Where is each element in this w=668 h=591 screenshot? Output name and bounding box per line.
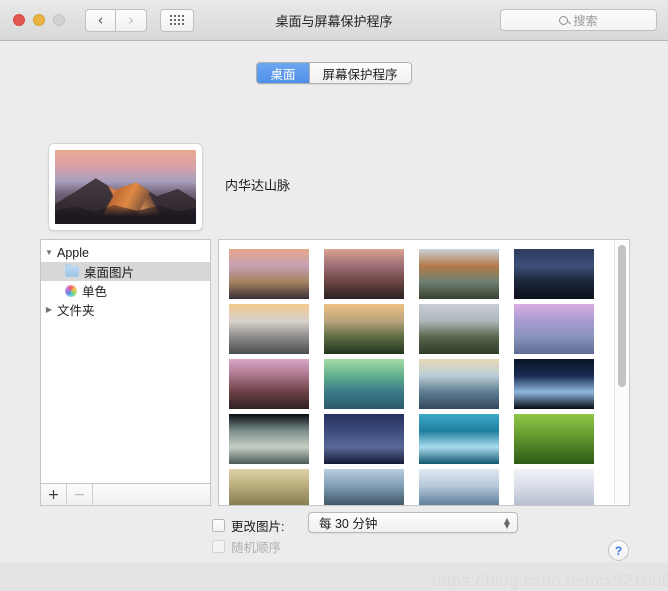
sidebar-item-label-folders: 文件夹 [57, 304, 95, 318]
wallpaper-thumbnail[interactable] [514, 359, 594, 409]
wallpaper-thumbnail[interactable] [419, 414, 499, 464]
wallpaper-thumbnail[interactable] [419, 249, 499, 299]
wallpaper-thumbnail[interactable] [514, 469, 594, 505]
minimize-button[interactable] [33, 14, 45, 26]
wallpaper-thumbnail[interactable] [229, 469, 309, 505]
preview-image [55, 150, 196, 224]
system-preferences-window: ‹ › 桌面与屏幕保护程序 搜索 桌面 屏幕保护程序 内华达山脉 ▼ Apple… [0, 0, 668, 590]
navigation-buttons: ‹ › [85, 8, 147, 32]
wallpaper-thumbnail[interactable] [324, 414, 404, 464]
remove-folder-button: − [67, 484, 93, 505]
sidebar-item-content: 桌面图片 [41, 262, 134, 281]
wallpaper-thumbnail[interactable] [514, 249, 594, 299]
tab-screensaver[interactable]: 屏幕保护程序 [308, 63, 411, 83]
sidebar-footer: + − [41, 483, 210, 505]
tab-desktop[interactable]: 桌面 [257, 63, 309, 83]
forward-button[interactable]: › [116, 8, 147, 32]
zoom-button[interactable] [53, 14, 65, 26]
sidebar-item-folders[interactable]: ▶ 文件夹 [41, 300, 210, 319]
wallpaper-thumbnail[interactable] [324, 304, 404, 354]
tab-group: 桌面 屏幕保护程序 [256, 62, 412, 84]
stepper-icon: ▲ ▼ [503, 516, 510, 530]
grid-icon [170, 15, 184, 25]
current-wallpaper-name: 内华达山脉 [225, 178, 291, 193]
sidebar-item-label-apple: Apple [57, 245, 89, 260]
preview-row: 内华达山脉 [48, 143, 290, 231]
wallpaper-thumbnail[interactable] [514, 414, 594, 464]
show-all-button[interactable] [160, 8, 194, 32]
vertical-scrollbar[interactable] [614, 241, 628, 504]
folder-icon [65, 263, 79, 277]
chevron-left-icon: ‹ [97, 10, 104, 29]
back-button[interactable]: ‹ [85, 8, 116, 32]
sidebar-item-label-solid-colors: 单色 [82, 285, 108, 299]
disclosure-triangle-right-icon[interactable]: ▶ [41, 305, 57, 314]
chevron-right-icon: › [128, 10, 134, 29]
change-picture-control[interactable]: 更改图片: [212, 516, 284, 535]
interval-value: 每 30 分钟 [319, 517, 378, 531]
wallpaper-thumbnail[interactable] [324, 469, 404, 505]
source-sidebar: ▼ Apple 桌面图片 单色 ▶ 文件夹 + − [40, 239, 211, 506]
wallpaper-thumbnail[interactable] [419, 359, 499, 409]
current-wallpaper-preview[interactable] [48, 143, 203, 231]
wallpaper-thumbnail-grid [229, 249, 594, 505]
wallpaper-thumbnail[interactable] [324, 249, 404, 299]
random-order-control: 随机顺序 [212, 537, 281, 556]
tab-bar: 桌面 屏幕保护程序 [0, 62, 668, 84]
change-picture-checkbox[interactable] [212, 519, 225, 532]
wallpaper-thumbnail[interactable] [419, 469, 499, 505]
wallpaper-thumbnail[interactable] [324, 359, 404, 409]
color-wheel-icon [65, 284, 77, 297]
sidebar-item-label-desktop-pictures: 桌面图片 [84, 266, 135, 280]
stepper-down: ▼ [503, 520, 510, 530]
wallpaper-thumbnail[interactable] [229, 304, 309, 354]
window-body: 桌面 屏幕保护程序 内华达山脉 ▼ Apple 桌面图片 单色 ▶ 文件夹 + … [0, 41, 668, 590]
traffic-lights [13, 14, 65, 26]
window-toolbar: ‹ › 桌面与屏幕保护程序 搜索 [0, 0, 668, 41]
close-button[interactable] [13, 14, 25, 26]
source-list: ▼ Apple 桌面图片 单色 ▶ 文件夹 [41, 240, 210, 483]
wallpaper-grid-panel [218, 239, 630, 506]
help-button[interactable]: ? [608, 540, 629, 561]
sidebar-item-apple[interactable]: ▼ Apple [41, 243, 210, 262]
scrollbar-thumb[interactable] [618, 245, 626, 387]
random-order-checkbox [212, 540, 225, 553]
wallpaper-thumbnail[interactable] [229, 249, 309, 299]
random-order-label: 随机顺序 [231, 541, 282, 555]
disclosure-triangle-down-icon[interactable]: ▼ [41, 248, 57, 257]
sidebar-item-solid-colors[interactable]: 单色 [41, 281, 210, 300]
change-picture-label: 更改图片: [231, 520, 285, 534]
search-icon [559, 15, 569, 25]
wallpaper-thumbnail[interactable] [229, 359, 309, 409]
sidebar-item-desktop-pictures[interactable]: 桌面图片 [41, 262, 210, 281]
wallpaper-thumbnail[interactable] [229, 414, 309, 464]
sidebar-item-content: 单色 [41, 281, 107, 300]
interval-popup-button[interactable]: 每 30 分钟 ▲ ▼ [308, 512, 518, 533]
search-field[interactable]: 搜索 [500, 9, 657, 31]
wallpaper-thumbnail[interactable] [419, 304, 499, 354]
wallpaper-thumbnail[interactable] [514, 304, 594, 354]
add-folder-button[interactable]: + [41, 484, 67, 505]
search-placeholder: 搜索 [573, 13, 598, 28]
watermark-text: https://blog.csdn.net/cx521600 [432, 571, 668, 590]
